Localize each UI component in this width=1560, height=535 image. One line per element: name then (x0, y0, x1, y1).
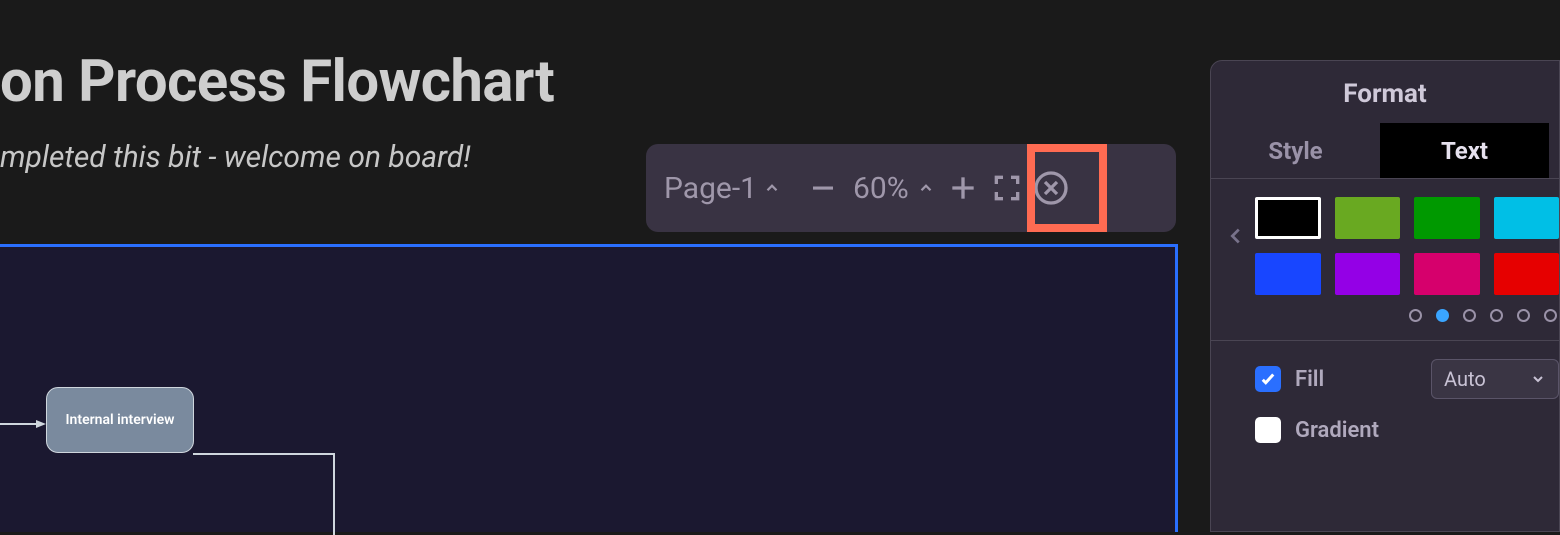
format-tabs: Style Text (1211, 123, 1559, 179)
chevron-left-icon[interactable] (1225, 221, 1247, 251)
color-swatch[interactable] (1335, 197, 1400, 239)
close-button[interactable] (1029, 166, 1073, 210)
page-dot[interactable] (1409, 309, 1422, 322)
color-swatch[interactable] (1494, 197, 1559, 239)
page-dot[interactable] (1436, 309, 1449, 322)
minus-icon (808, 173, 838, 203)
page-selector[interactable]: Page-1 (664, 171, 781, 206)
page-subtitle: mpleted this bit - welcome on board! (0, 140, 471, 175)
zoom-in-button[interactable] (941, 166, 985, 210)
connector-line (333, 453, 335, 535)
check-icon (1259, 370, 1277, 388)
page-label: Page-1 (664, 171, 757, 206)
flowchart-node[interactable]: Internal interview (46, 387, 194, 453)
chevron-up-icon[interactable] (917, 179, 935, 197)
zoom-percent[interactable]: 60% (853, 171, 909, 206)
page-dot[interactable] (1490, 309, 1503, 322)
color-swatch-row (1255, 197, 1559, 239)
fullscreen-button[interactable] (985, 166, 1029, 210)
fill-checkbox[interactable] (1255, 366, 1281, 392)
format-panel-title: Format (1211, 61, 1559, 123)
close-circle-icon (1033, 170, 1069, 206)
gradient-checkbox[interactable] (1255, 417, 1281, 443)
color-page-indicator (1255, 309, 1559, 322)
chevron-up-icon (763, 179, 781, 197)
page-dot[interactable] (1517, 309, 1530, 322)
tab-style[interactable]: Style (1211, 123, 1380, 178)
page-dot[interactable] (1544, 309, 1557, 322)
plus-icon (947, 172, 979, 204)
chevron-down-icon (1530, 371, 1546, 387)
divider (1211, 340, 1559, 341)
page-title: on Process Flowchart (0, 48, 554, 116)
color-swatch[interactable] (1414, 253, 1480, 295)
fullscreen-icon (991, 172, 1023, 204)
tab-text[interactable]: Text (1380, 123, 1549, 178)
fill-mode-value: Auto (1444, 367, 1486, 391)
fill-label: Fill (1295, 367, 1324, 392)
color-swatch[interactable] (1494, 253, 1560, 295)
fill-option-row: Fill Auto (1255, 359, 1559, 399)
format-panel: Format Style Text Fill Auto (1210, 60, 1560, 532)
color-swatch[interactable] (1335, 253, 1401, 295)
fill-mode-dropdown[interactable]: Auto (1431, 359, 1559, 399)
connector-arrow-icon (0, 419, 46, 429)
color-swatch-row (1255, 253, 1559, 295)
zoom-toolbar: Page-1 60% (646, 144, 1176, 232)
canvas-area[interactable]: Internal interview (0, 244, 1178, 532)
color-swatch[interactable] (1255, 197, 1321, 239)
connector-line (193, 453, 335, 455)
gradient-label: Gradient (1295, 418, 1379, 443)
gradient-option-row: Gradient (1255, 417, 1559, 443)
color-swatch[interactable] (1414, 197, 1479, 239)
zoom-out-button[interactable] (801, 166, 845, 210)
page-dot[interactable] (1463, 309, 1476, 322)
color-swatch[interactable] (1255, 253, 1321, 295)
